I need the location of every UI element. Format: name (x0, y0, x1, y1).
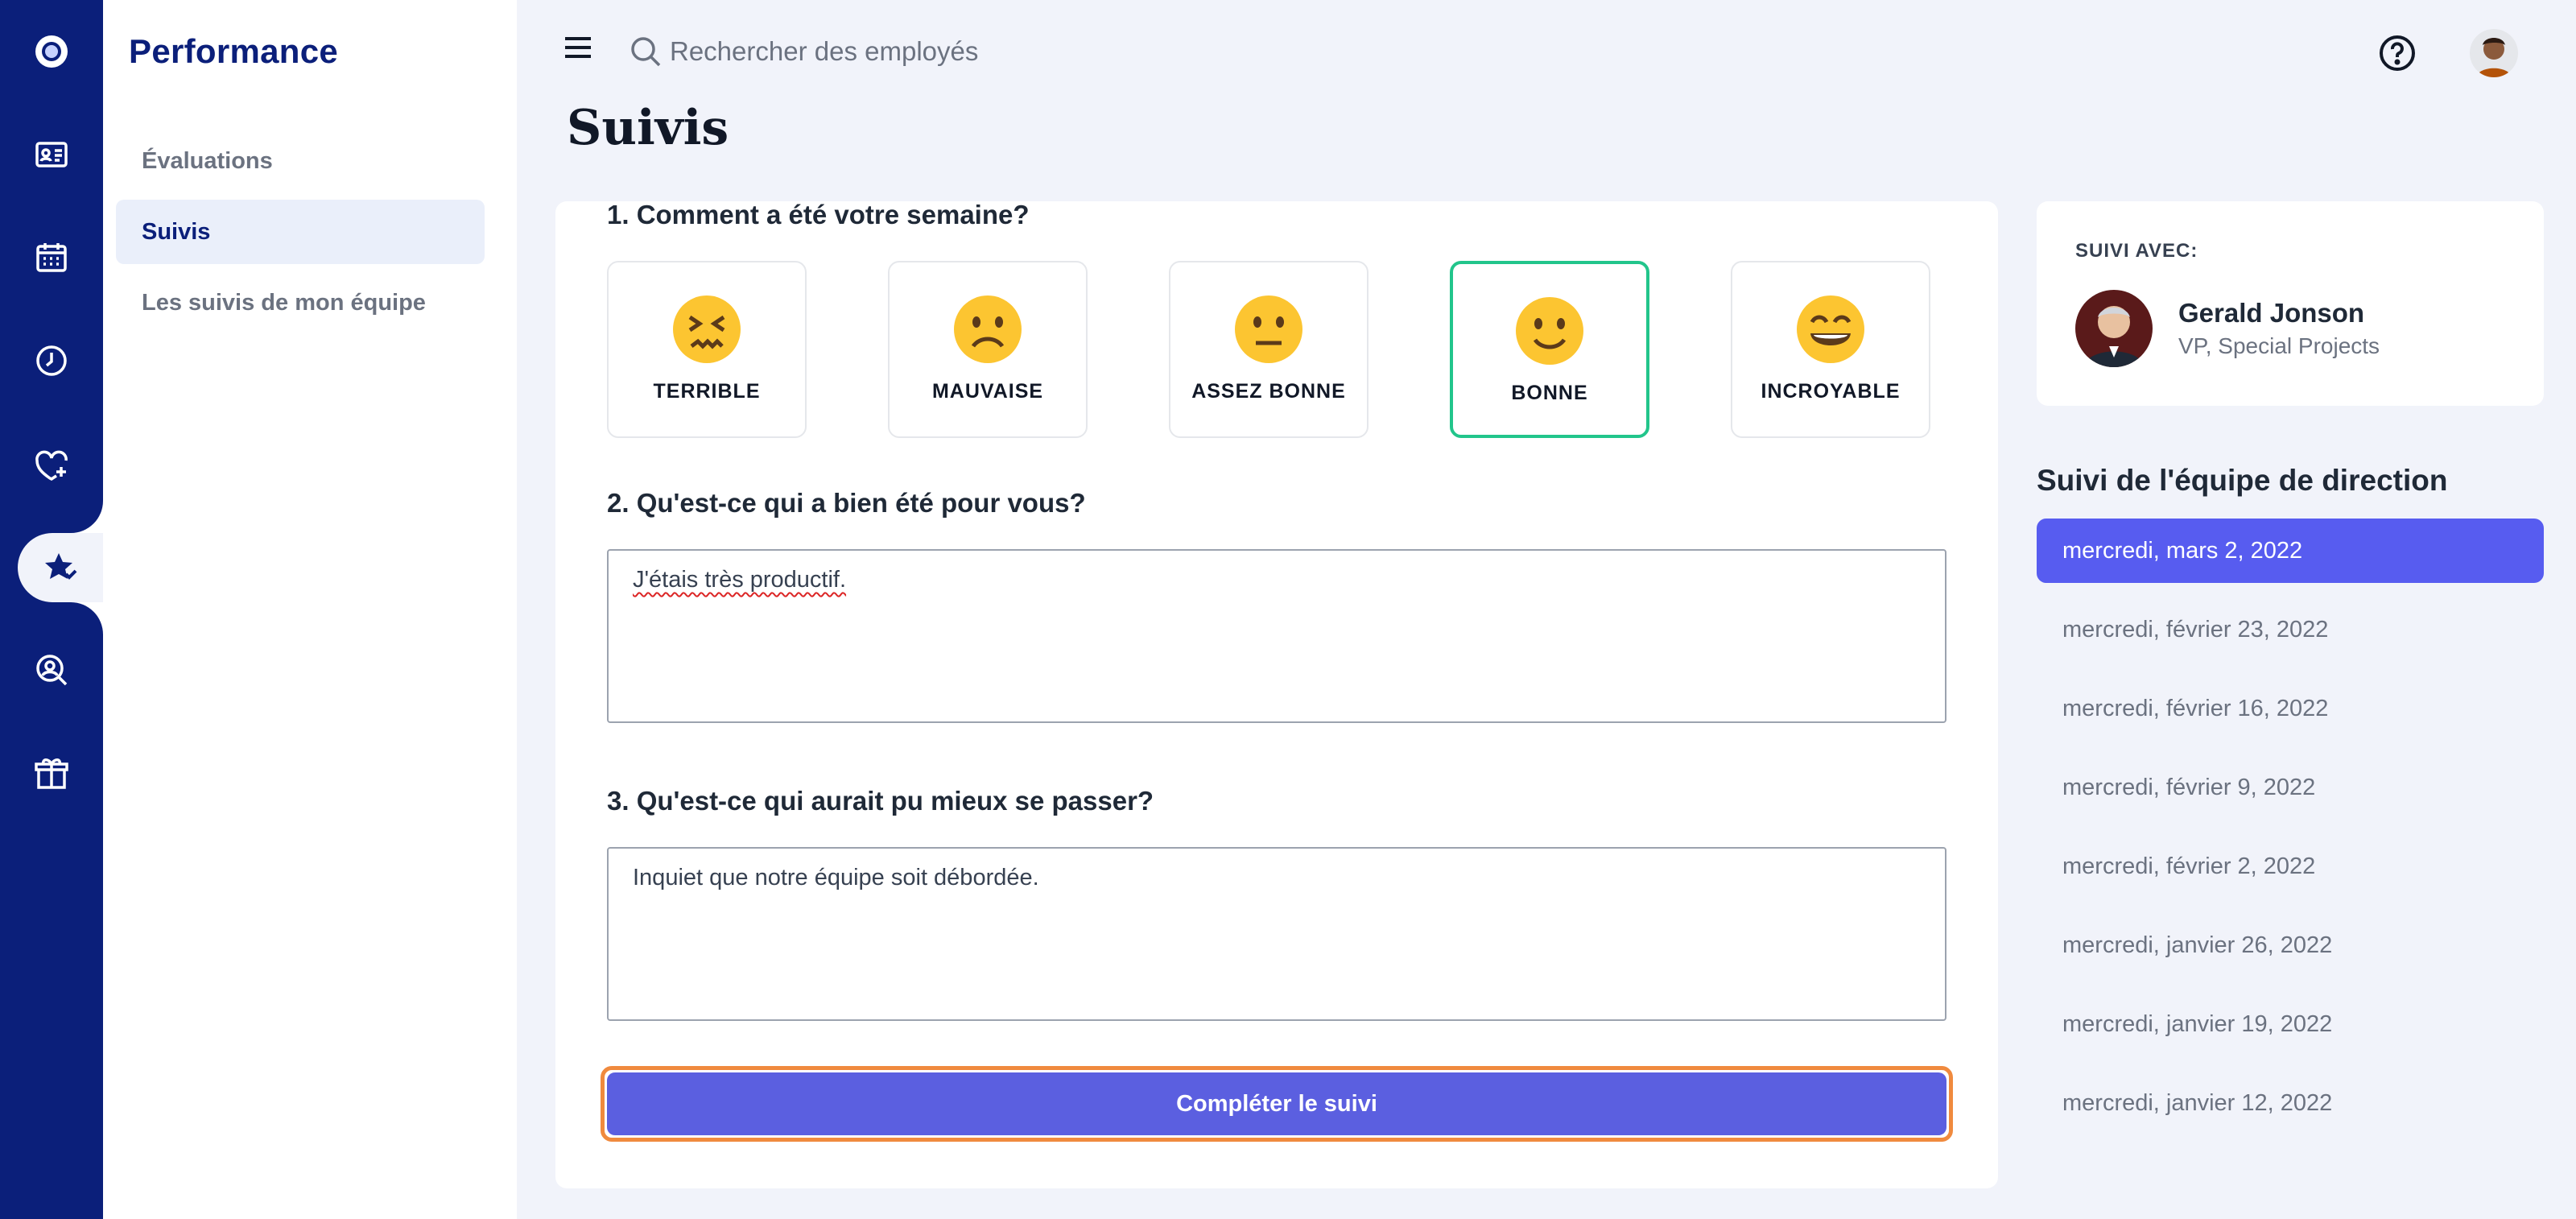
question-2: 2. Qu'est-ce qui a bien été pour vous? (607, 488, 1086, 518)
with-label: SUIVI AVEC: (2075, 240, 2198, 262)
mood-label: TERRIBLE (653, 380, 761, 403)
mood-option-terrible[interactable]: TERRIBLE (607, 261, 807, 438)
answer-3-textarea[interactable]: Inquiet que notre équipe soit débordée. (607, 847, 1946, 1021)
check-in-date-item[interactable]: mercredi, février 2, 2022 (2037, 834, 2544, 899)
submit-focus-ring: Compléter le suivi (601, 1066, 1953, 1142)
mood-label: MAUVAISE (931, 380, 1044, 403)
check-in-date-item[interactable]: mercredi, février 9, 2022 (2037, 755, 2544, 820)
subnav-item-evaluations[interactable]: Évaluations (116, 129, 485, 193)
check-in-with-card: SUIVI AVEC: Gerald Jonson VP, Special Pr… (2037, 201, 2544, 406)
mood-label: INCROYABLE (1761, 380, 1901, 403)
mood-option-mauvaise[interactable]: MAUVAISE (888, 261, 1088, 438)
clock-icon[interactable] (0, 322, 103, 399)
team-check-ins-title: Suivi de l'équipe de direction (2037, 464, 2448, 497)
mood-option-assez-bonne[interactable]: ASSEZ BONNE (1169, 261, 1368, 438)
check-in-date-item[interactable]: mercredi, janvier 26, 2022 (2037, 913, 2544, 977)
search-icon (630, 35, 662, 68)
heart-plus-icon[interactable] (0, 425, 103, 502)
check-in-date-item[interactable]: mercredi, février 16, 2022 (2037, 676, 2544, 741)
gift-box-icon[interactable] (0, 734, 103, 812)
help-icon[interactable] (2378, 34, 2417, 72)
logo-icon[interactable] (0, 13, 103, 90)
calendar-icon[interactable] (0, 219, 103, 296)
manager-avatar (2075, 290, 2153, 367)
neutral-face-icon (1235, 295, 1302, 363)
rail-notch (71, 501, 103, 533)
rail-notch (71, 602, 103, 634)
secondary-nav: Performance Évaluations Suivis Les suivi… (103, 0, 517, 1219)
manager-role: VP, Special Projects (2178, 333, 2380, 358)
icon-rail (0, 0, 103, 1219)
star-badge-icon[interactable] (18, 533, 103, 602)
mood-label: BONNE (1511, 382, 1588, 404)
answer-3-text: Inquiet que notre équipe soit débordée. (633, 865, 1039, 890)
subnav-item-suivis[interactable]: Suivis (116, 200, 485, 264)
check-in-date-item[interactable]: mercredi, mars 2, 2022 (2037, 519, 2544, 583)
section-title: Performance (129, 32, 339, 70)
hamburger-menu-icon[interactable] (562, 34, 594, 61)
slightly-frowning-face-icon (954, 295, 1022, 363)
check-in-date-item[interactable]: mercredi, janvier 19, 2022 (2037, 992, 2544, 1056)
person-search-icon[interactable] (0, 631, 103, 709)
confounded-face-icon (673, 295, 741, 363)
check-in-date-item[interactable]: mercredi, janvier 12, 2022 (2037, 1071, 2544, 1135)
page-title: Suivis (567, 100, 729, 156)
manager-name: Gerald Jonson (2178, 298, 2365, 328)
mood-label: ASSEZ BONNE (1191, 380, 1346, 403)
answer-2-text: J'étais très productif. (633, 567, 847, 593)
id-card-icon[interactable] (0, 116, 103, 193)
question-3: 3. Qu'est-ce qui aurait pu mieux se pass… (607, 786, 1154, 816)
search-input[interactable] (670, 29, 1394, 74)
mood-option-incroyable[interactable]: INCROYABLE (1731, 261, 1930, 438)
grinning-squinting-face-icon (1797, 295, 1864, 363)
slightly-smiling-face-icon (1516, 297, 1583, 365)
mood-option-bonne[interactable]: BONNE (1450, 261, 1649, 438)
question-1: 1. Comment a été votre semaine? (607, 200, 1030, 229)
user-avatar[interactable] (2470, 29, 2518, 77)
complete-check-in-button[interactable]: Compléter le suivi (607, 1072, 1946, 1135)
subnav-item-team-suivis[interactable]: Les suivis de mon équipe (116, 271, 485, 335)
check-in-date-item[interactable]: mercredi, février 23, 2022 (2037, 597, 2544, 662)
answer-2-textarea[interactable]: J'étais très productif. (607, 549, 1946, 723)
